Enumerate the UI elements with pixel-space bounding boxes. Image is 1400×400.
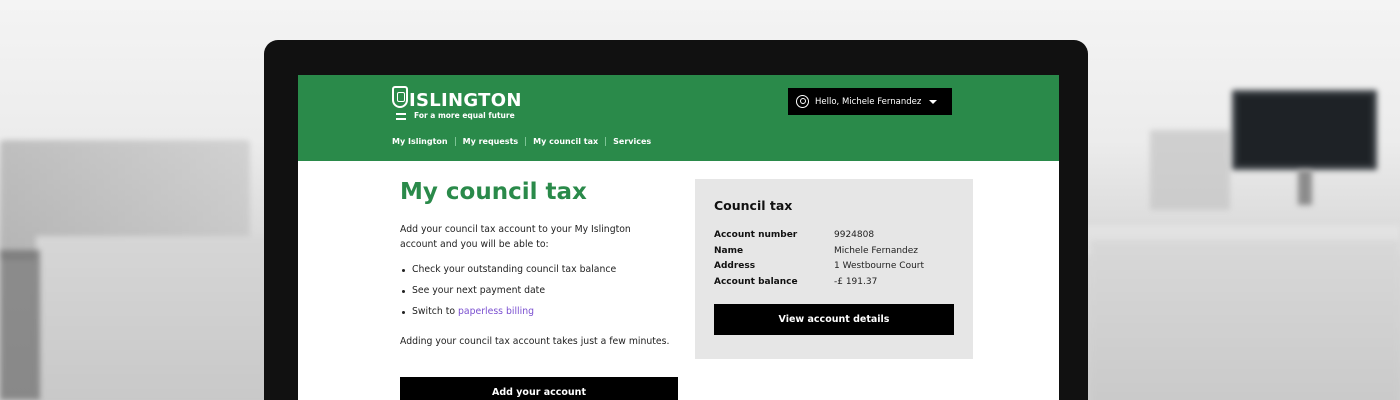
list-item: Switch to paperless billing <box>400 306 670 327</box>
nav-divider <box>525 137 527 146</box>
nav-my-islington[interactable]: My Islington <box>392 137 448 146</box>
detail-label: Name <box>714 245 744 256</box>
account-details: Account number 9924808 Name Michele Fern… <box>714 230 924 292</box>
nav-my-requests[interactable]: My requests <box>463 137 519 146</box>
background-object <box>1150 130 1230 210</box>
background-panel-right <box>1090 240 1400 400</box>
detail-row: Account balance -£ 191.37 <box>714 277 924 293</box>
detail-label: Account number <box>714 230 798 240</box>
add-account-button[interactable]: Add your account <box>400 377 678 400</box>
menu-icon <box>396 113 406 120</box>
background-monitor-right <box>1232 90 1377 170</box>
nav-divider <box>454 137 456 146</box>
user-circle-icon <box>796 95 809 108</box>
intro-text: Add your council tax account to your My … <box>400 224 631 250</box>
user-menu-button[interactable]: Hello, Michele Fernandez <box>788 88 952 115</box>
logo-text: ISLINGTON <box>409 90 522 111</box>
benefits-list: Check your outstanding council tax balan… <box>400 264 670 327</box>
crest-icon <box>392 86 408 108</box>
logo-tagline: For a more equal future <box>414 111 515 120</box>
paperless-billing-link[interactable]: paperless billing <box>458 306 534 317</box>
detail-value: Michele Fernandez <box>834 245 919 256</box>
nav-my-council-tax[interactable]: My council tax <box>533 137 598 146</box>
detail-row: Name Michele Fernandez <box>714 246 924 262</box>
nav-services[interactable]: Services <box>613 137 651 146</box>
council-tax-card: Council tax Account number 9924808 Name … <box>695 179 973 359</box>
detail-row: Address 1 Westbourne Court <box>714 261 924 277</box>
list-item: Check your outstanding council tax balan… <box>400 264 670 285</box>
list-item-text: Switch to <box>412 306 458 317</box>
detail-row: Account number 9924808 <box>714 230 924 246</box>
background-monitor-stand <box>1298 170 1312 205</box>
detail-value: 9924808 <box>834 230 875 240</box>
detail-label: Address <box>714 261 756 271</box>
outro-text: Adding your council tax account takes ju… <box>400 336 670 347</box>
browser-viewport: ISLINGTON For a more equal future Hello,… <box>298 75 1059 400</box>
page-title: My council tax <box>400 179 587 205</box>
view-account-details-button[interactable]: View account details <box>714 304 954 335</box>
detail-value: -£ 191.37 <box>834 276 878 287</box>
site-header: ISLINGTON For a more equal future Hello,… <box>298 75 1059 161</box>
detail-label: Account balance <box>714 276 798 287</box>
detail-value: 1 Westbourne Court <box>834 261 925 271</box>
caret-down-icon <box>929 99 938 104</box>
background-chair <box>0 250 40 400</box>
background-panel-left <box>36 236 268 400</box>
list-item: See your next payment date <box>400 285 670 306</box>
main-nav: My Islington My requests My council tax … <box>392 137 651 146</box>
card-title: Council tax <box>714 198 793 213</box>
nav-divider <box>605 137 607 146</box>
user-greeting: Hello, Michele Fernandez <box>815 96 922 107</box>
